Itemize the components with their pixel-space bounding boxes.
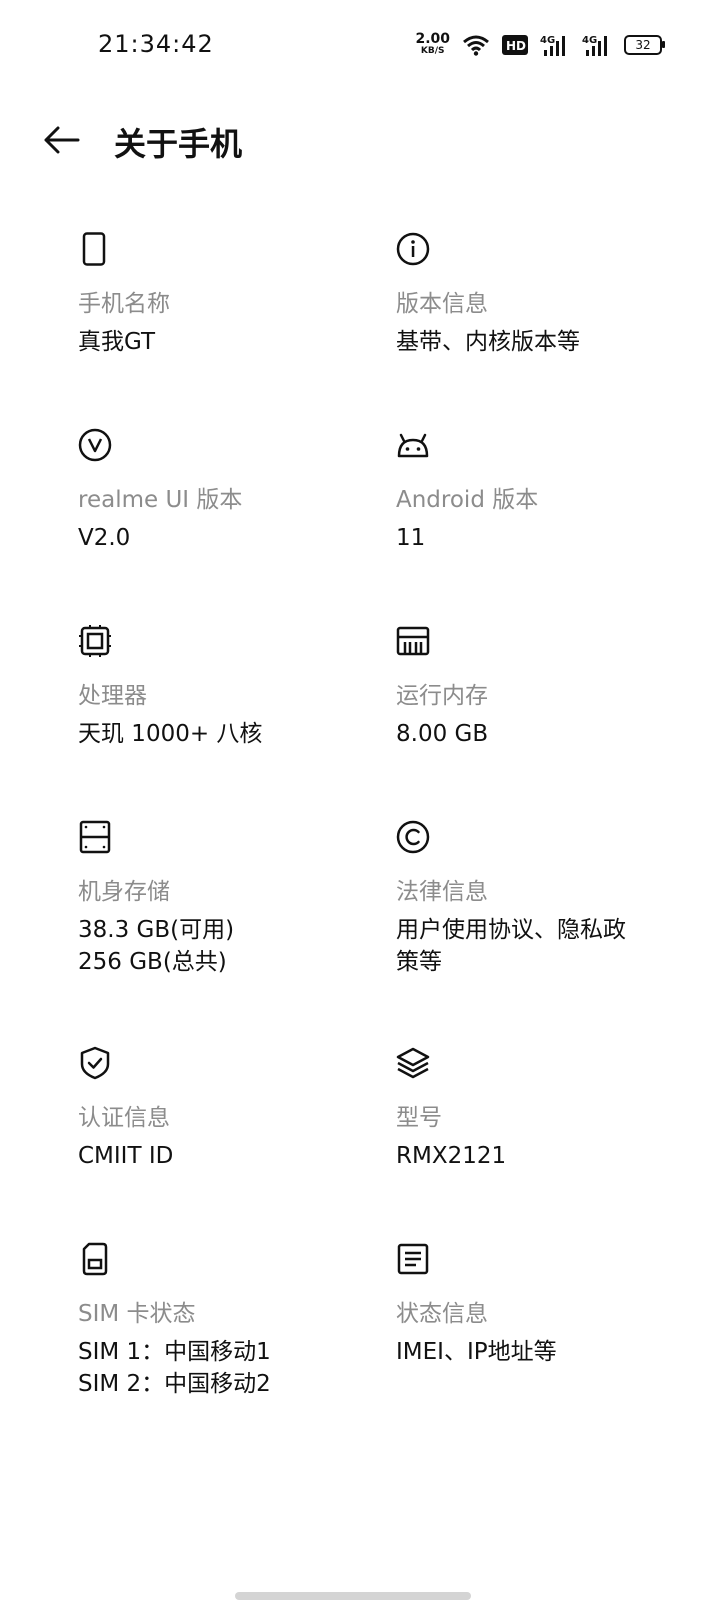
item-label: 机身存储 — [78, 879, 170, 905]
network-speed-unit: KB/S — [420, 46, 445, 56]
item-value: 38.3 GB(可用) 256 GB(总共) — [78, 917, 235, 975]
signal-icon: 4G — [582, 35, 607, 56]
item-value: 11 — [396, 525, 426, 551]
item-label: 处理器 — [78, 683, 147, 709]
item-value: RMX2121 — [396, 1143, 507, 1169]
item-value: 真我GT — [78, 329, 156, 355]
processor-icon — [79, 625, 111, 657]
status-info-item[interactable]: 状态信息 IMEI、IP地址等 — [396, 1242, 676, 1368]
app-bar: 关于手机 — [0, 100, 720, 180]
info-icon — [396, 232, 430, 266]
item-label: realme UI 版本 — [78, 487, 243, 513]
signal-icon: 4G — [540, 35, 565, 56]
network-speed-value: 2.00 — [415, 31, 450, 47]
document-icon — [397, 1243, 429, 1275]
item-value: 天玑 1000+ 八核 — [78, 721, 263, 747]
item-value: SIM 1：中国移动1 SIM 2：中国移动2 — [78, 1339, 271, 1397]
home-indicator[interactable] — [235, 1592, 471, 1600]
back-button[interactable] — [40, 118, 84, 162]
back-arrow-icon — [44, 126, 80, 154]
item-value: 8.00 GB — [396, 721, 489, 747]
realme-ui-version-item[interactable]: realme UI 版本 V2.0 — [78, 428, 358, 554]
page-title: 关于手机 — [114, 125, 243, 163]
item-value: 用户使用协议、隐私政 策等 — [396, 917, 626, 975]
layers-icon — [396, 1047, 430, 1079]
signal-1-label: 4G — [540, 35, 555, 46]
device-name-item[interactable]: 手机名称 真我GT — [78, 232, 358, 358]
hd-voice-icon: HD — [502, 35, 528, 55]
item-value: V2.0 — [78, 525, 131, 551]
storage-item[interactable]: 机身存储 38.3 GB(可用) 256 GB(总共) — [78, 820, 358, 978]
item-label: 版本信息 — [396, 291, 488, 317]
processor-item[interactable]: 处理器 天玑 1000+ 八核 — [78, 624, 358, 750]
version-info-item[interactable]: 版本信息 基带、内核版本等 — [396, 232, 676, 358]
item-value: IMEI、IP地址等 — [396, 1339, 557, 1365]
item-label: 法律信息 — [396, 879, 488, 905]
item-label: Android 版本 — [396, 487, 539, 513]
copyright-icon — [396, 820, 430, 854]
item-label: 状态信息 — [396, 1301, 488, 1327]
battery-level: 32 — [635, 38, 651, 52]
storage-icon — [79, 820, 111, 854]
certification-item[interactable]: 认证信息 CMIIT ID — [78, 1046, 358, 1172]
item-value: 基带、内核版本等 — [396, 329, 580, 355]
item-label: 型号 — [396, 1105, 442, 1131]
status-time: 21:34:42 — [98, 30, 214, 58]
realme-v-icon — [78, 428, 112, 462]
sim-status-item[interactable]: SIM 卡状态 SIM 1：中国移动1 SIM 2：中国移动2 — [78, 1242, 358, 1400]
status-bar: 21:34:42 2.00 KB/S HD 4G 4G 32 — [0, 0, 720, 90]
item-label: 手机名称 — [78, 291, 170, 317]
phone-icon — [82, 232, 106, 266]
legal-info-item[interactable]: 法律信息 用户使用协议、隐私政 策等 — [396, 820, 676, 978]
android-version-item[interactable]: Android 版本 11 — [396, 428, 676, 554]
item-label: SIM 卡状态 — [78, 1301, 196, 1327]
status-icons: 2.00 KB/S HD 4G 4G 32 — [415, 30, 665, 60]
signal-2-label: 4G — [582, 35, 597, 46]
wifi-icon — [463, 35, 489, 56]
battery-icon: 32 — [624, 35, 665, 55]
memory-icon — [396, 626, 430, 656]
android-icon — [397, 433, 429, 458]
shield-check-icon — [80, 1046, 110, 1080]
ram-item[interactable]: 运行内存 8.00 GB — [396, 624, 676, 750]
item-label: 认证信息 — [78, 1105, 170, 1131]
model-item[interactable]: 型号 RMX2121 — [396, 1046, 676, 1172]
item-label: 运行内存 — [396, 683, 488, 709]
sim-card-icon — [82, 1242, 108, 1276]
network-speed: 2.00 KB/S — [415, 31, 450, 57]
item-value: CMIIT ID — [78, 1143, 174, 1169]
hd-badge-text: HD — [506, 39, 526, 53]
